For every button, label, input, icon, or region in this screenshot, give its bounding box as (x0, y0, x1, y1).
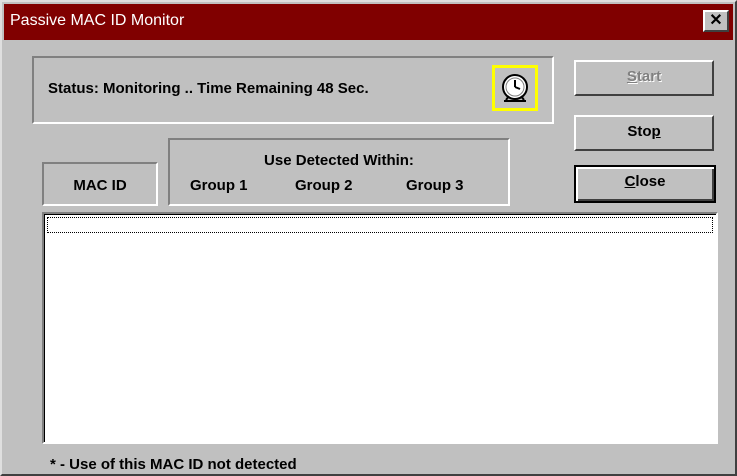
list-focus-row[interactable] (47, 217, 713, 233)
close-button-label-post: lose (635, 173, 666, 190)
group-3-header: Group 3 (406, 177, 464, 194)
status-text: Status: Monitoring .. Time Remaining 48 … (48, 80, 369, 97)
use-detected-title: Use Detected Within: (264, 152, 414, 169)
footnote: * - Use of this MAC ID not detected (50, 456, 297, 473)
stop-button-label-pre: Sto (627, 123, 652, 140)
group-1-header: Group 1 (190, 177, 248, 194)
alarm-clock-icon (492, 65, 538, 111)
stop-button[interactable]: Stop (574, 115, 714, 151)
passive-mac-id-monitor-dialog: Passive MAC ID Monitor ✕ Status: Monitor… (0, 0, 737, 476)
mac-id-header-label: MAC ID (73, 177, 127, 194)
status-panel: Status: Monitoring .. Time Remaining 48 … (32, 56, 554, 124)
clock-icon-graphic (502, 74, 528, 102)
close-icon: ✕ (709, 12, 723, 29)
use-detected-header: Use Detected Within: Group 1 Group 2 Gro… (168, 138, 510, 206)
title-close-button[interactable]: ✕ (703, 10, 729, 32)
window-title: Passive MAC ID Monitor (10, 12, 185, 29)
group-2-header: Group 2 (295, 177, 353, 194)
start-button-mnemonic: S (626, 68, 637, 85)
mac-id-column-header: MAC ID (42, 162, 158, 206)
title-bar[interactable]: Passive MAC ID Monitor ✕ (4, 4, 733, 40)
close-button[interactable]: Close (574, 165, 716, 203)
mac-id-listbox[interactable] (42, 212, 718, 444)
stop-button-mnemonic: p (651, 123, 661, 140)
close-button-mnemonic: C (624, 173, 636, 190)
start-button-label-post: tart (636, 68, 662, 85)
start-button[interactable]: Start (574, 60, 714, 96)
